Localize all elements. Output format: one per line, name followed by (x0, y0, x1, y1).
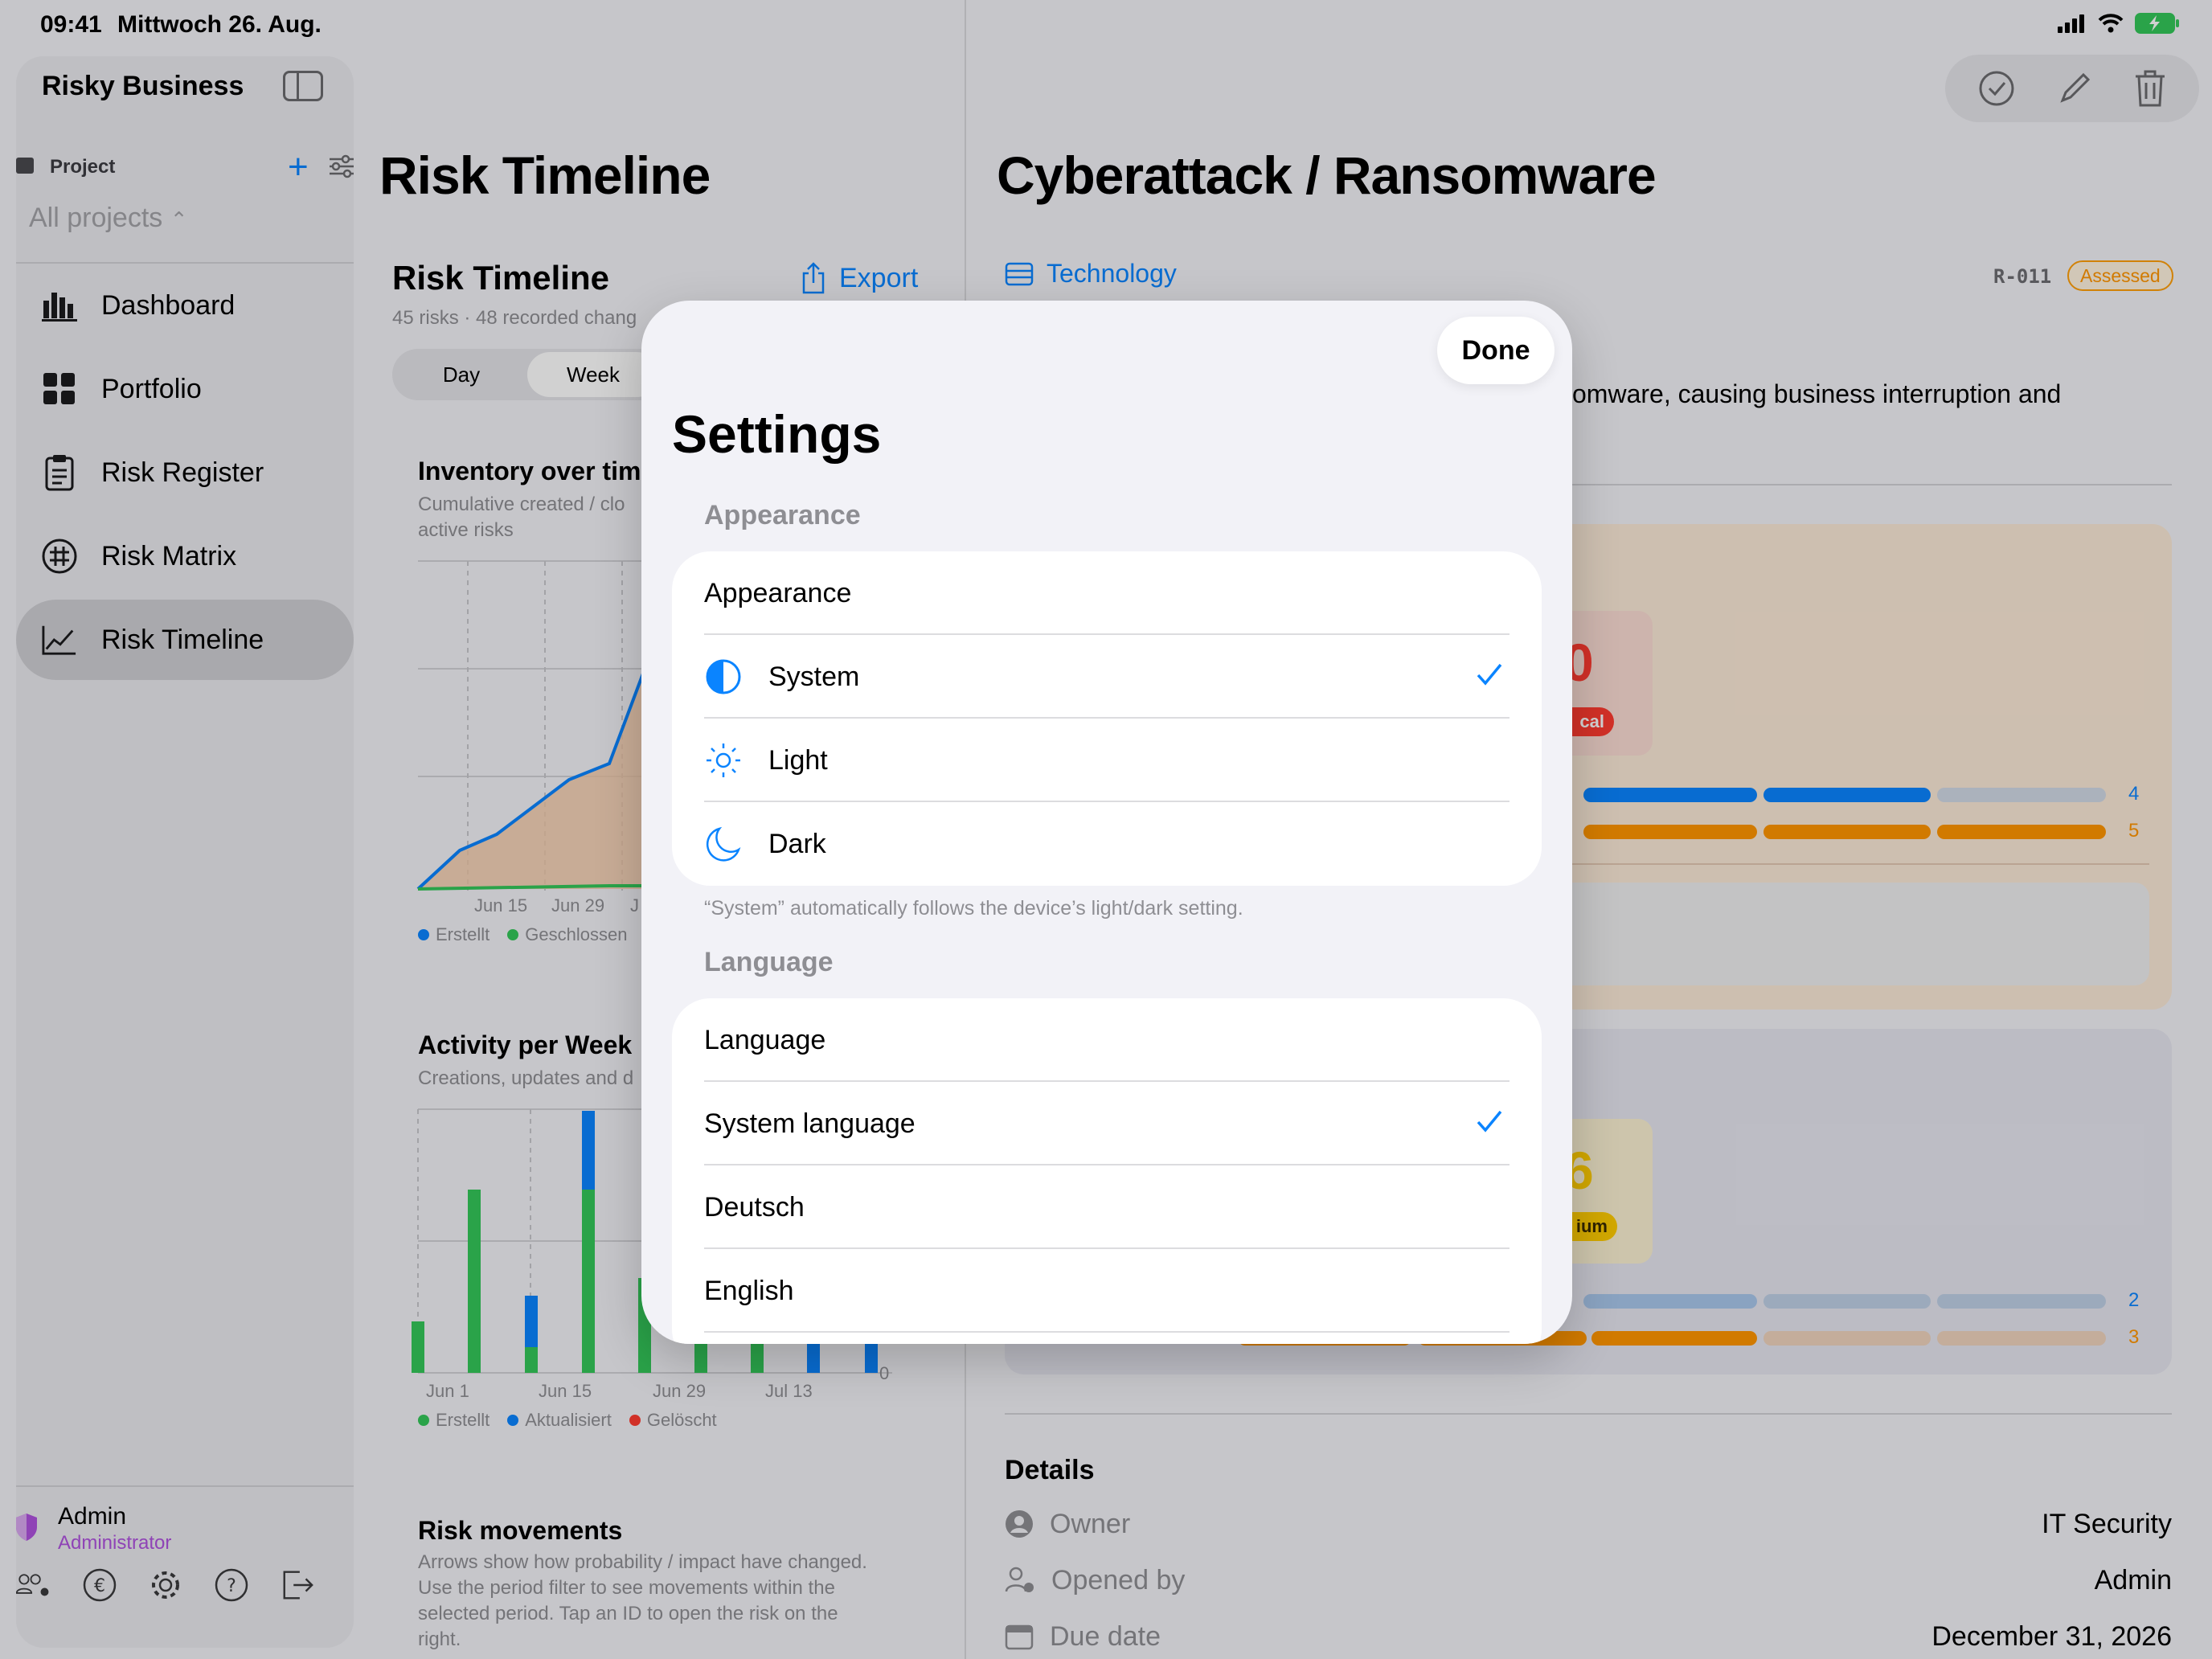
language-option-system[interactable]: System language (672, 1082, 1542, 1165)
language-group: Language System language Deutsch English (672, 998, 1542, 1344)
appearance-group: Appearance System Light Dark (672, 551, 1542, 886)
row-separator (704, 1331, 1509, 1333)
appearance-option-label: Dark (768, 828, 826, 859)
appearance-section-header: Appearance (704, 500, 861, 530)
language-option-deutsch[interactable]: Deutsch (672, 1165, 1542, 1249)
appearance-option-light[interactable]: Light (672, 719, 1542, 802)
language-option-label: English (704, 1275, 794, 1306)
appearance-option-label: System (768, 661, 860, 692)
appearance-option-label: Light (768, 744, 828, 776)
checkmark-icon (1477, 1110, 1502, 1133)
language-section-header: Language (704, 947, 834, 977)
appearance-option-system[interactable]: System (672, 635, 1542, 719)
settings-sheet: Done Settings Appearance Appearance Syst… (641, 301, 1572, 1344)
appearance-row-title: Appearance (672, 551, 1542, 635)
moon-icon (704, 825, 743, 863)
checkmark-icon (1477, 663, 1502, 686)
language-option-label: Deutsch (704, 1191, 805, 1223)
language-row-title: Language (672, 998, 1542, 1082)
appearance-row-label: Appearance (704, 577, 852, 608)
half-circle-icon (704, 657, 743, 696)
language-option-label: System language (704, 1108, 916, 1139)
language-row-label: Language (704, 1024, 826, 1055)
sun-icon (704, 741, 743, 780)
language-option-english[interactable]: English (672, 1249, 1542, 1333)
settings-title: Settings (672, 404, 882, 464)
done-button[interactable]: Done (1437, 317, 1555, 384)
appearance-footnote: “System” automatically follows the devic… (704, 897, 1243, 920)
appearance-option-dark[interactable]: Dark (672, 802, 1542, 886)
